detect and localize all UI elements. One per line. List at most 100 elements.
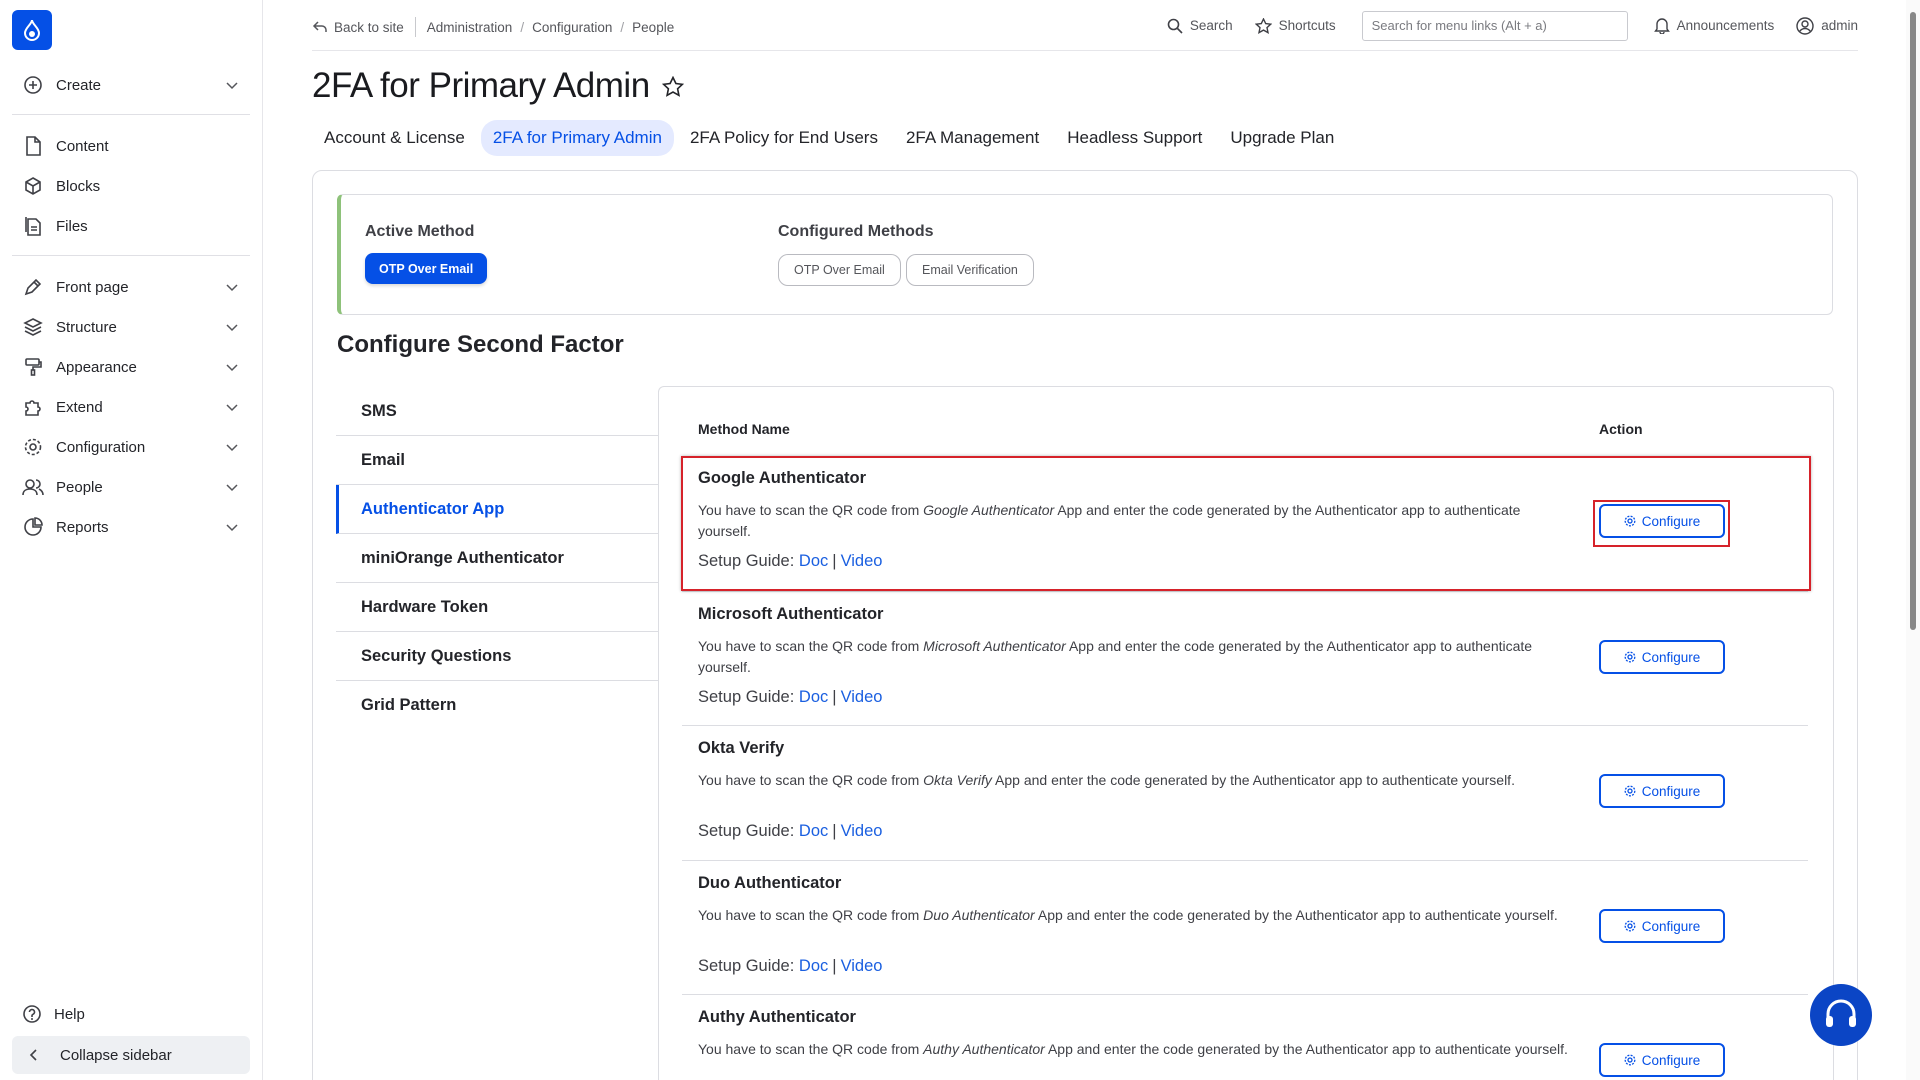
method-description: You have to scan the QR code from Okta V…	[698, 772, 1515, 788]
help-circle-icon	[23, 1005, 41, 1023]
method-description: You have to scan the QR code from Duo Au…	[698, 907, 1558, 923]
sidebar-item-label: Structure	[56, 318, 117, 336]
sidebar-item-reports[interactable]: Reports	[12, 509, 250, 545]
doc-link[interactable]: Doc	[799, 688, 828, 706]
method-name: Microsoft Authenticator	[698, 605, 884, 623]
configured-method-badge: Email Verification	[906, 254, 1034, 286]
chevron-down-icon	[226, 364, 238, 372]
favorite-star-icon[interactable]	[661, 75, 684, 97]
active-method-badge: OTP Over Email	[365, 253, 488, 284]
headset-icon	[1826, 999, 1856, 1027]
breadcrumb-people[interactable]: People	[632, 20, 674, 35]
sidebar-item-configuration[interactable]: Configuration	[12, 429, 250, 465]
breadcrumb-separator: /	[520, 19, 525, 35]
video-link[interactable]: Video	[841, 688, 883, 706]
sidebar-item-appearance[interactable]: Appearance	[12, 349, 250, 385]
method-authenticator-app[interactable]: Authenticator App	[336, 485, 659, 534]
paint-roller-icon	[22, 356, 44, 378]
configure-button[interactable]: Configure	[1599, 774, 1725, 808]
top-bar-actions: Search Shortcuts Announcements admin	[1145, 0, 1858, 51]
column-header-action: Action	[1599, 421, 1643, 437]
sidebar-item-label: Appearance	[56, 358, 137, 376]
method-security-questions[interactable]: Security Questions	[336, 632, 659, 681]
gear-icon	[22, 436, 44, 458]
breadcrumb-separator: /	[620, 19, 625, 35]
help-link[interactable]: Help	[22, 1004, 85, 1024]
sidebar-item-label: Create	[56, 76, 102, 94]
support-chat-button[interactable]	[1810, 984, 1872, 1046]
sidebar-divider	[12, 255, 250, 256]
back-to-site-label: Back to site	[334, 19, 404, 35]
section-title: Configure Second Factor	[337, 331, 624, 358]
help-label: Help	[54, 1005, 85, 1023]
breadcrumb-administration[interactable]: Administration	[427, 20, 513, 35]
tab-2fa-policy-end-users[interactable]: 2FA Policy for End Users	[678, 120, 890, 156]
page-scrollbar[interactable]	[1906, 0, 1920, 1080]
setup-guide: Setup Guide: Doc | Video	[698, 822, 883, 840]
method-category-list: SMS Email Authenticator App miniOrange A…	[336, 387, 659, 730]
top-bar: Back to site Administration / Configurat…	[312, 0, 1858, 51]
method-miniorange-authenticator[interactable]: miniOrange Authenticator	[336, 534, 659, 583]
search-label: Search	[1189, 18, 1233, 33]
highlight-configure-button	[1593, 500, 1730, 547]
column-header-method-name: Method Name	[698, 421, 790, 437]
configure-button[interactable]: Configure	[1599, 640, 1725, 674]
scrollbar-thumb[interactable]	[1910, 12, 1916, 630]
back-arrow-icon	[312, 21, 327, 32]
gear-icon	[1624, 651, 1636, 663]
search-icon	[1167, 18, 1183, 34]
chevron-down-icon	[226, 444, 238, 452]
user-name: admin	[1821, 18, 1858, 33]
sidebar-item-front-page[interactable]: Front page	[12, 269, 250, 305]
chevron-down-icon	[226, 404, 238, 412]
announcements-button[interactable]: Announcements	[1653, 17, 1774, 34]
search-button[interactable]: Search	[1167, 18, 1233, 34]
configure-button[interactable]: Configure	[1599, 1043, 1725, 1077]
table-row: Okta Verify You have to scan the QR code…	[682, 726, 1808, 861]
tab-upgrade-plan[interactable]: Upgrade Plan	[1218, 120, 1346, 156]
doc-link[interactable]: Doc	[799, 822, 828, 840]
collapse-sidebar-label: Collapse sidebar	[60, 1046, 172, 1064]
user-menu[interactable]: admin	[1796, 16, 1858, 35]
method-sms[interactable]: SMS	[336, 387, 659, 436]
sidebar-item-content[interactable]: Content	[12, 128, 250, 164]
method-name: Duo Authenticator	[698, 874, 842, 892]
method-hardware-token[interactable]: Hardware Token	[336, 583, 659, 632]
setup-guide: Setup Guide: Doc | Video	[698, 688, 883, 706]
method-email[interactable]: Email	[336, 436, 659, 485]
sidebar-item-blocks[interactable]: Blocks	[12, 168, 250, 204]
sidebar-item-label: Content	[56, 137, 109, 155]
pen-icon	[22, 276, 44, 298]
back-to-site-link[interactable]: Back to site	[312, 20, 404, 35]
pie-chart-icon	[22, 516, 44, 538]
tab-headless-support[interactable]: Headless Support	[1055, 120, 1214, 156]
chevron-down-icon	[226, 484, 238, 492]
menu-links-search-input[interactable]	[1361, 10, 1628, 41]
sidebar-item-structure[interactable]: Structure	[12, 309, 250, 345]
breadcrumb: Back to site Administration / Configurat…	[312, 17, 674, 37]
sidebar-item-people[interactable]: People	[12, 469, 250, 505]
files-icon	[22, 215, 44, 237]
sidebar-item-label: People	[56, 478, 103, 496]
video-link[interactable]: Video	[841, 822, 883, 840]
configure-button[interactable]: Configure	[1599, 909, 1725, 943]
sidebar-item-create[interactable]: Create	[12, 67, 250, 103]
page-title-text: 2FA for Primary Admin	[312, 66, 650, 105]
doc-link[interactable]: Doc	[799, 957, 828, 975]
sidebar-item-extend[interactable]: Extend	[12, 389, 250, 425]
gear-icon	[1624, 920, 1636, 932]
breadcrumb-divider	[414, 17, 416, 37]
tab-account-license[interactable]: Account & License	[312, 120, 477, 156]
drupal-logo-icon[interactable]	[12, 10, 52, 50]
shortcuts-button[interactable]: Shortcuts	[1254, 17, 1336, 34]
collapse-sidebar-button[interactable]: Collapse sidebar	[12, 1036, 250, 1074]
method-grid-pattern[interactable]: Grid Pattern	[336, 681, 659, 730]
video-link[interactable]: Video	[841, 957, 883, 975]
method-description: You have to scan the QR code from Micros…	[698, 638, 1533, 675]
breadcrumb-configuration[interactable]: Configuration	[532, 20, 612, 35]
sidebar-item-files[interactable]: Files	[12, 208, 250, 244]
tab-2fa-management[interactable]: 2FA Management	[894, 120, 1051, 156]
sidebar-item-label: Blocks	[56, 177, 101, 195]
tab-2fa-primary-admin[interactable]: 2FA for Primary Admin	[480, 120, 674, 156]
method-name: Okta Verify	[698, 739, 785, 757]
